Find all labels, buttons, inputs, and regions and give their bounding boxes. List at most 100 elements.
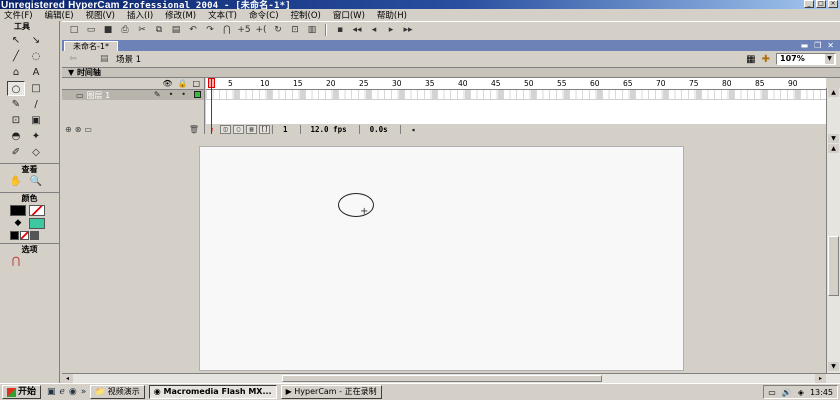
quick-launch-chevron-icon[interactable]: » (81, 387, 87, 397)
taskbar-item-hypercam[interactable]: ▶ HyperCam - 正在录制 (280, 385, 382, 399)
eraser-tool-icon[interactable]: ◇ (27, 145, 45, 160)
stroke-color-swatch[interactable] (10, 205, 26, 216)
menu-insert[interactable]: 插入(I) (127, 9, 153, 21)
document-tab[interactable]: 未命名-1* (64, 41, 118, 51)
horizontal-scroll-thumb[interactable] (282, 375, 602, 382)
play-icon[interactable]: ▸ (383, 23, 399, 37)
onion-markers-icon[interactable]: [] (259, 124, 270, 134)
oval-tool-icon[interactable]: ○ (7, 81, 25, 96)
open-file-icon[interactable]: ▭ (83, 23, 99, 37)
menu-help[interactable]: 帮助(H) (377, 9, 407, 21)
menu-file[interactable]: 文件(F) (4, 9, 33, 21)
onion-outline-icon[interactable]: ▢ (233, 124, 244, 134)
fill-color-swatch[interactable] (29, 218, 45, 229)
edit-symbol-icon[interactable]: ✚ (762, 54, 770, 65)
eye-icon[interactable]: 👁 (162, 79, 172, 88)
stop-icon[interactable]: ▪ (332, 23, 348, 37)
pencil-tool-icon[interactable]: ✎ (7, 97, 25, 112)
center-frame-icon[interactable]: ↑ (206, 125, 218, 134)
lock-icon[interactable]: 🔒 (177, 79, 187, 88)
lasso-tool-icon[interactable]: ◌ (27, 49, 45, 64)
new-file-icon[interactable]: □ (66, 23, 82, 37)
scroll-right-icon[interactable]: ▸ (815, 374, 826, 383)
maximize-button[interactable]: □ (816, 0, 826, 8)
no-color-icon[interactable] (20, 231, 29, 240)
zoom-dropdown[interactable]: 107% ▼ (776, 53, 836, 65)
scroll-left-icon[interactable]: ◂ (62, 374, 73, 383)
delete-layer-icon[interactable]: 🗑 (189, 125, 199, 134)
menu-text[interactable]: 文本(T) (208, 9, 237, 21)
print-icon[interactable]: ⎙ (117, 23, 133, 37)
frames-area[interactable]: 1 5 10 15 20 25 30 35 40 45 50 55 60 65 … (206, 78, 826, 134)
layer-outline-color[interactable] (194, 91, 201, 98)
back-arrow-icon[interactable]: ⇦ (66, 53, 80, 65)
volume-icon[interactable]: 🔊 (782, 388, 792, 397)
edit-multiple-icon[interactable]: ▤ (246, 124, 257, 134)
free-transform-tool-icon[interactable]: ⊡ (7, 113, 25, 128)
add-layer-icon[interactable]: ⊕ (65, 125, 72, 134)
save-icon[interactable]: ■ (100, 23, 116, 37)
network-icon[interactable]: ▭ (768, 388, 776, 397)
onion-skin-icon[interactable]: ◫ (220, 124, 231, 134)
menu-commands[interactable]: 命令(C) (249, 9, 279, 21)
drawn-oval[interactable] (338, 193, 374, 217)
timeline-header[interactable]: ▼ 时间轴 (62, 68, 840, 78)
align-icon[interactable]: ▥ (304, 23, 320, 37)
taskbar-item-folder[interactable]: 📁 视频演示 (90, 385, 145, 399)
fast-forward-icon[interactable]: ▸▸ (400, 23, 416, 37)
menu-modify[interactable]: 修改(M) (165, 9, 196, 21)
text-tool-icon[interactable]: A (27, 65, 45, 80)
pen-tool-icon[interactable]: ⌂ (7, 65, 25, 80)
scroll-up-icon[interactable]: ▲ (828, 88, 839, 97)
arrow-tool-icon[interactable]: ↖ (7, 33, 25, 48)
no-color-swatch[interactable] (29, 205, 45, 216)
vertical-scroll-thumb[interactable] (828, 236, 839, 296)
hand-tool-icon[interactable]: ✋ (7, 174, 25, 189)
menu-edit[interactable]: 编辑(E) (45, 9, 74, 21)
zoom-tool-icon[interactable]: 🔍 (27, 174, 45, 189)
scroll-up-icon[interactable]: ▲ (828, 144, 839, 153)
internet-explorer-icon[interactable]: ℯ (60, 387, 65, 397)
paste-icon[interactable]: ▤ (168, 23, 184, 37)
clock[interactable]: 13:45 (810, 388, 833, 397)
copy-icon[interactable]: ⧉ (151, 23, 167, 37)
stage-horizontal-scrollbar[interactable]: ◂ ▸ (62, 373, 840, 383)
rotate-icon[interactable]: ↻ (270, 23, 286, 37)
doc-restore-icon[interactable]: ❐ (814, 41, 821, 50)
eyedropper-tool-icon[interactable]: ✐ (7, 145, 25, 160)
scroll-down-icon[interactable]: ▼ (828, 134, 839, 143)
brush-tool-icon[interactable]: / (27, 97, 45, 112)
scale-icon[interactable]: ⊡ (287, 23, 303, 37)
scroll-left-icon[interactable]: ◂ (399, 124, 426, 134)
scroll-down-icon[interactable]: ▼ (828, 362, 839, 371)
line-tool-icon[interactable]: ╱ (7, 49, 25, 64)
doc-minimize-icon[interactable]: ▬ (801, 41, 809, 50)
window-title-bar[interactable]: Unregistered HyperCam 2rofessional 2004 … (0, 0, 840, 11)
paint-bucket-tool-icon[interactable]: ✦ (27, 129, 45, 144)
fill-transform-tool-icon[interactable]: ▣ (27, 113, 45, 128)
minimize-button[interactable]: _ (804, 0, 814, 8)
outline-icon[interactable]: □ (192, 79, 200, 88)
rewind-icon[interactable]: ◂◂ (349, 23, 365, 37)
media-player-icon[interactable]: ◉ (69, 387, 77, 397)
cut-icon[interactable]: ✂ (134, 23, 150, 37)
menu-control[interactable]: 控制(O) (291, 9, 321, 21)
menu-view[interactable]: 视图(V) (86, 9, 115, 21)
rectangle-tool-icon[interactable]: □ (27, 81, 45, 96)
snap-option-icon[interactable]: ⋂ (7, 254, 25, 269)
visibility-dot-icon[interactable]: • (169, 90, 174, 100)
taskbar-item-flash[interactable]: ◉ Macromedia Flash MX... (148, 385, 277, 399)
redo-icon[interactable]: ↷ (202, 23, 218, 37)
subselect-tool-icon[interactable]: ↘ (27, 33, 45, 48)
swap-colors-icon[interactable] (30, 231, 39, 240)
smooth-icon[interactable]: +5 (236, 23, 252, 37)
snap-magnet-icon[interactable]: ⋂ (219, 23, 235, 37)
show-desktop-icon[interactable]: ▣ (47, 387, 56, 397)
frame-ruler[interactable]: 1 5 10 15 20 25 30 35 40 45 50 55 60 65 … (206, 78, 826, 90)
straighten-icon[interactable]: +( (253, 23, 269, 37)
start-button[interactable]: 开始 (2, 385, 42, 399)
stage-vertical-scrollbar[interactable]: ▲ ▼ (826, 144, 840, 373)
undo-icon[interactable]: ↶ (185, 23, 201, 37)
ink-bottle-tool-icon[interactable]: ◓ (7, 129, 25, 144)
close-button[interactable]: × (828, 0, 838, 8)
